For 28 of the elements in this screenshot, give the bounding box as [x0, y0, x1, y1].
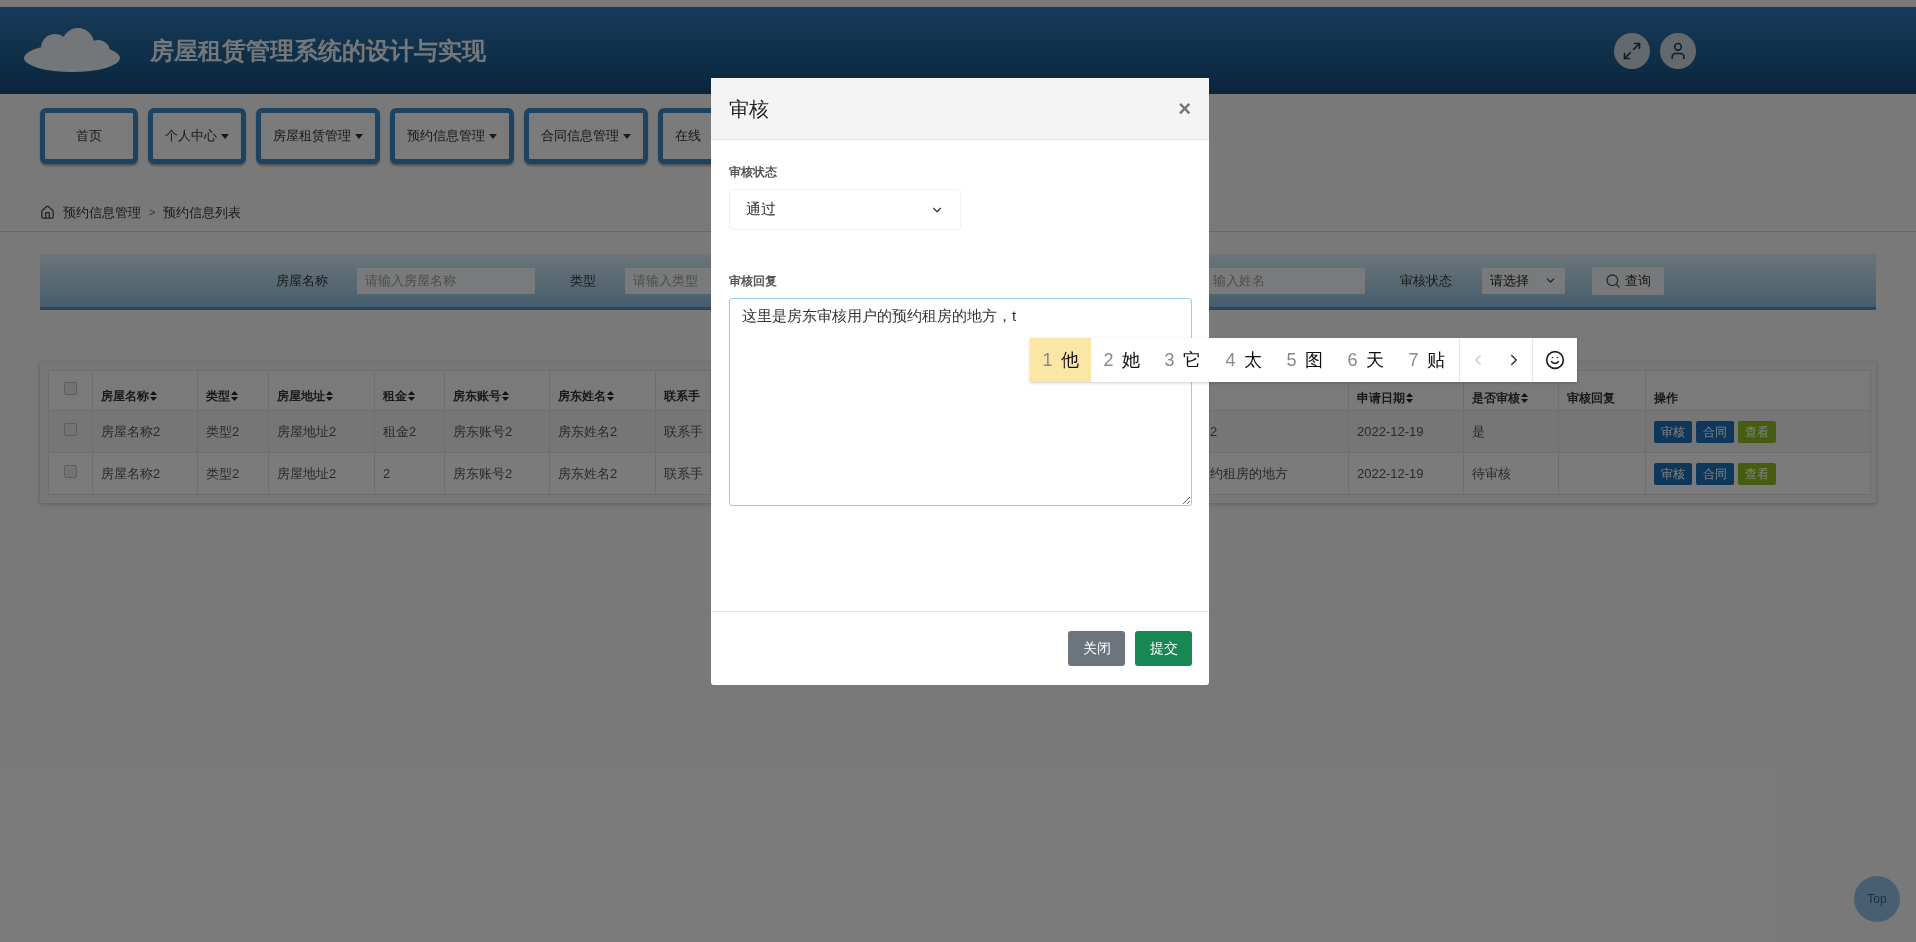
app-title: 房屋租赁管理系统的设计与实现 [150, 35, 486, 66]
table-cell: 联系手 [655, 410, 711, 453]
table-cell: 房屋名称2 [92, 410, 198, 453]
search-label: 类型 [570, 271, 597, 290]
table-cell: 房东账号2 [444, 410, 550, 453]
field-label: 审核回复 [729, 273, 778, 290]
table-cell: 2022-12-19 [1348, 452, 1464, 495]
column-header: 联系手 [655, 370, 711, 411]
table-cell: 联系手 [655, 452, 711, 495]
table-cell: 房屋地址2 [268, 410, 375, 453]
table-cell: 房东姓名2 [549, 410, 656, 453]
column-header: 操作 [1654, 390, 1678, 405]
table-cell: 2022-12-19 [1348, 410, 1464, 453]
search-label: 房屋名称 [276, 271, 329, 290]
table-cell: 是 [1463, 410, 1559, 453]
table-cell: 类型2 [197, 452, 269, 495]
breadcrumb-separator: > [149, 205, 156, 221]
table-cell: 房东账号2 [444, 452, 550, 495]
field-label: 审核状态 [729, 164, 778, 181]
table-cell: 房东姓名2 [549, 452, 656, 495]
search-label: 审核状态 [1400, 271, 1453, 290]
table-cell: 房屋地址2 [268, 452, 375, 495]
table-cell: 类型2 [197, 410, 269, 453]
table-cell: 租金2 [374, 410, 445, 453]
table-cell: 2 [374, 452, 445, 495]
column-header: 审核回复 [1567, 390, 1615, 405]
table-cell: 房屋名称2 [92, 452, 198, 495]
table-cell: 待审核 [1463, 452, 1559, 495]
